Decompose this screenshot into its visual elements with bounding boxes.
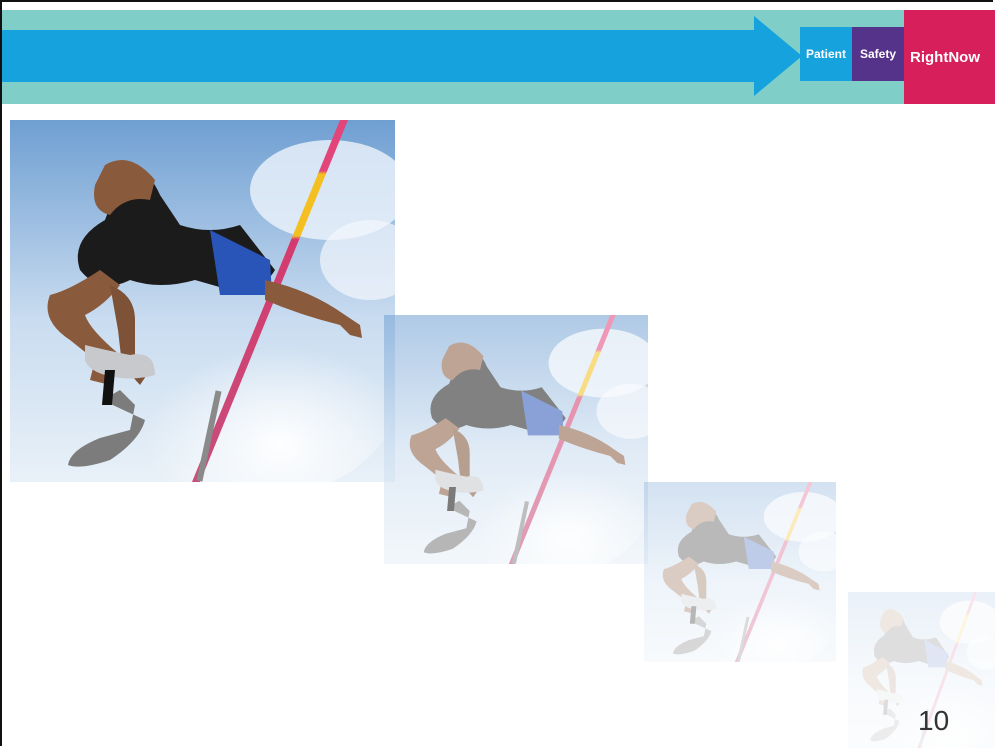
logo-safety-text: Safety: [852, 27, 904, 81]
high-jumper-photo: [10, 120, 395, 482]
high-jumper-photo-faded-2: [644, 482, 836, 662]
logo-rightnow-text: RightNow: [904, 10, 995, 104]
slide-page-number: 10: [918, 705, 950, 736]
high-jumper-photo-faded-1: [384, 315, 648, 564]
banner-arrow-icon: [2, 16, 802, 96]
logo-patient-text: Patient: [800, 27, 852, 81]
